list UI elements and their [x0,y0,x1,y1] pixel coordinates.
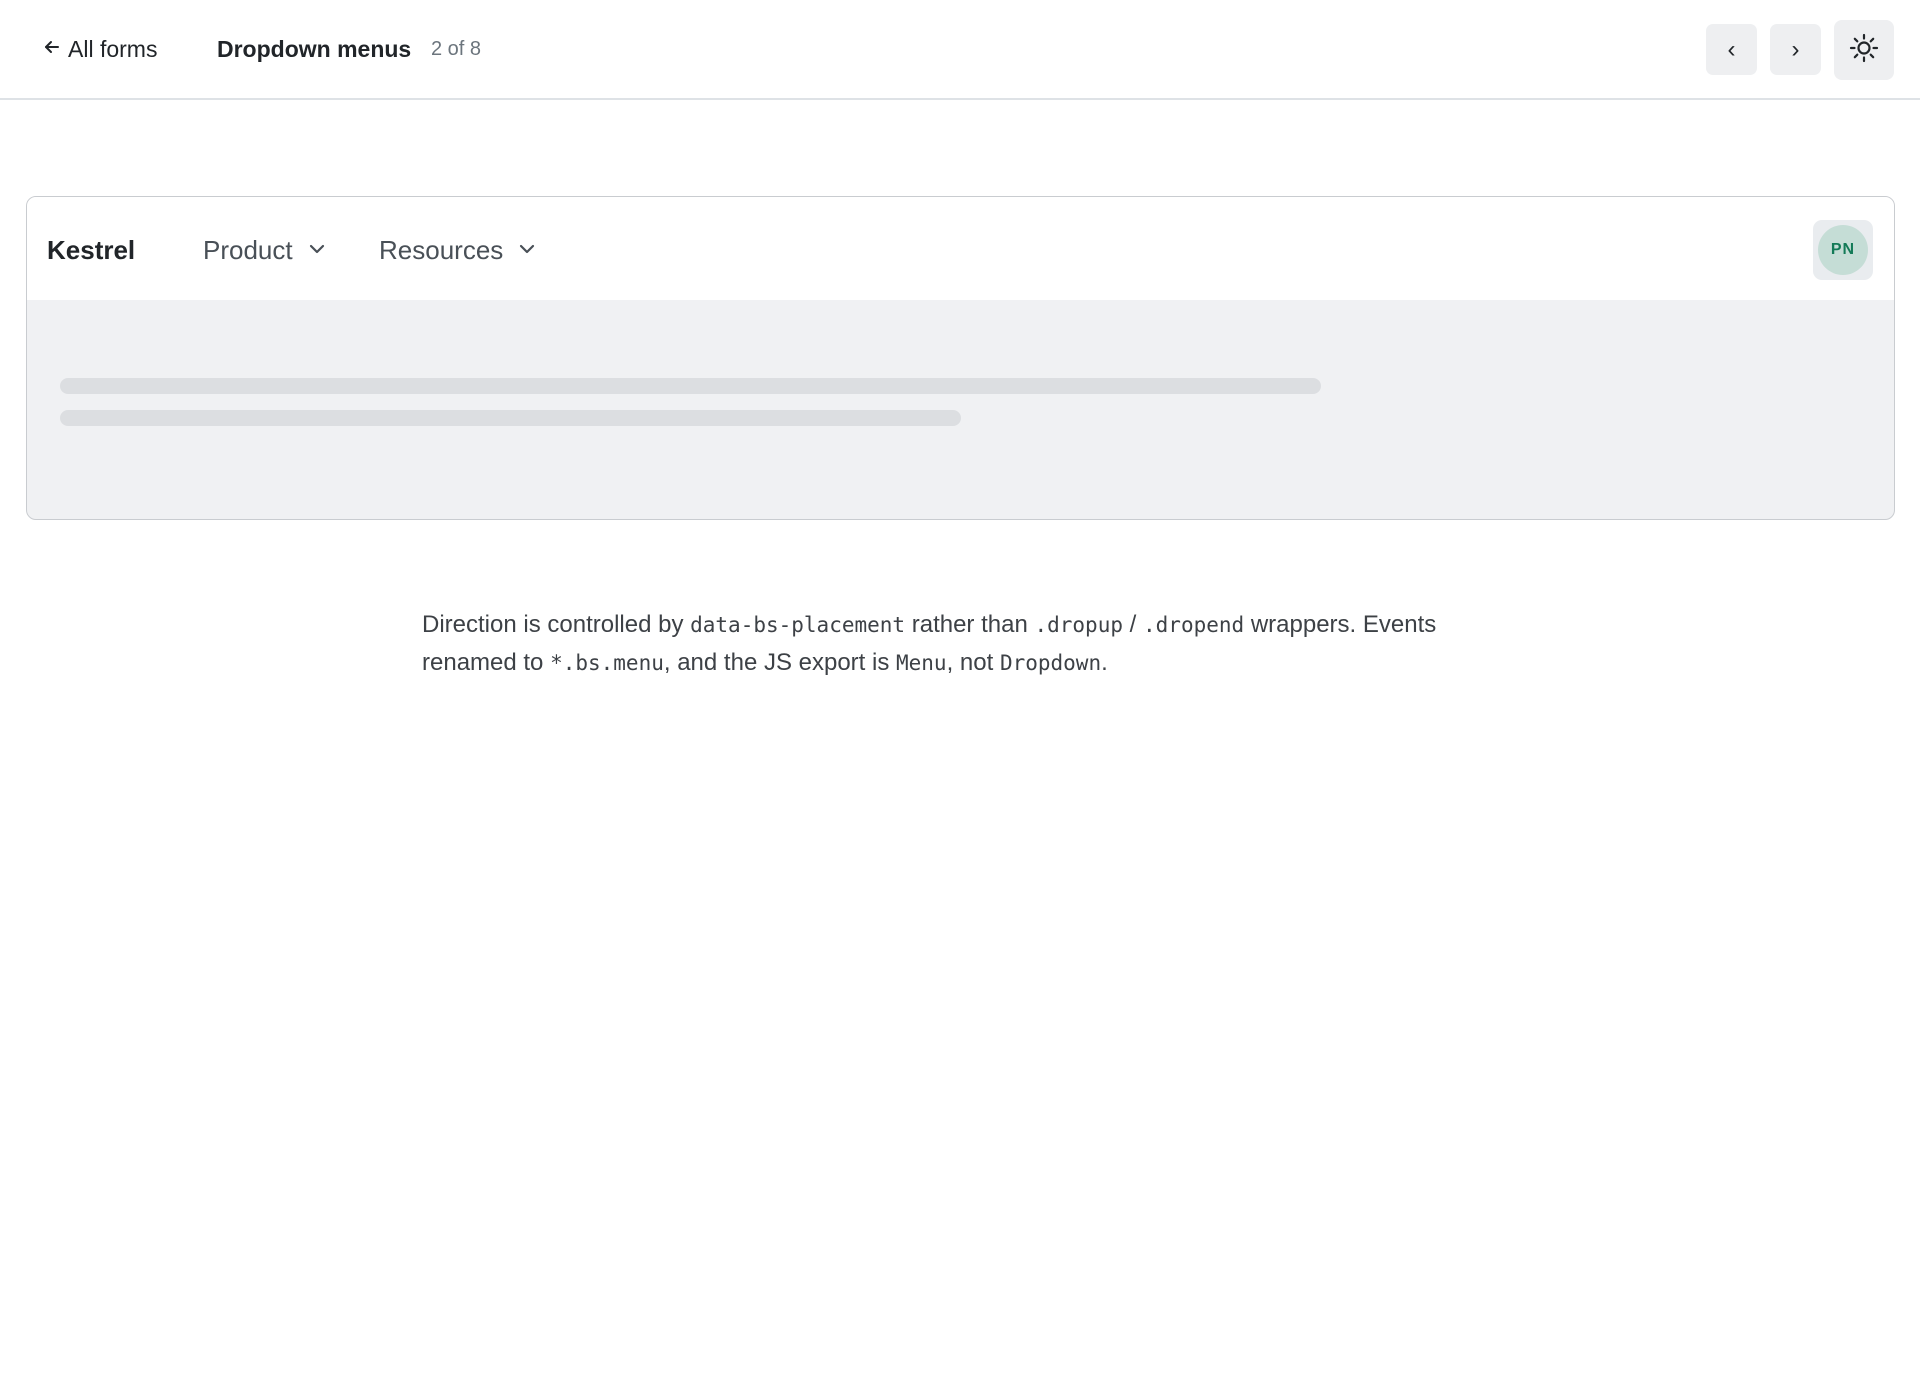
description-segment: Direction is controlled by [422,611,691,638]
page-title: Dropdown menus [217,36,412,62]
previous-button[interactable]: ‹ [1706,24,1757,75]
skeleton-line [60,378,1321,394]
resources-menu-toggle[interactable]: Resources [379,235,537,266]
product-menu-label: Product [203,235,293,265]
next-button[interactable]: › [1770,24,1821,75]
description-text: Direction is controlled by data-bs-place… [422,606,1522,682]
chevron-down-icon [517,235,537,266]
demo-preview-frame: Kestrel Product Resources PN [26,196,1895,520]
back-link-label: All forms [68,36,158,62]
top-bar: All forms Dropdown menus 2 of 8 ‹ › [0,0,1920,100]
description-segment: / [1123,611,1144,638]
avatar: PN [1818,225,1868,275]
code-dropup: .dropup [1034,613,1123,637]
chevron-down-icon [307,235,327,266]
description-segment: rather than [905,611,1035,638]
product-menu-toggle[interactable]: Product [203,235,327,266]
description-segment: . [1101,649,1108,676]
page-counter: 2 of 8 [431,38,482,60]
sun-icon [1849,33,1879,68]
arrow-left-icon [42,36,62,63]
demo-navbar: Kestrel Product Resources PN [27,197,1894,300]
resources-menu-label: Resources [379,235,504,265]
code-dropend: .dropend [1143,613,1245,637]
code-menu: Menu [896,651,947,675]
user-menu-button[interactable]: PN [1813,220,1873,280]
code-dropdown: Dropdown [999,651,1102,675]
code-bs-menu-events: *.bs.menu [550,651,664,675]
back-to-all-forms-link[interactable]: All forms [42,36,157,63]
navbar-brand[interactable]: Kestrel [47,235,135,266]
theme-toggle-button[interactable] [1834,20,1894,80]
code-data-bs-placement: data-bs-placement [690,613,906,637]
skeleton-line [60,410,961,426]
description-segment: , not [946,649,1000,676]
description-segment: , and the JS export is [663,649,896,676]
